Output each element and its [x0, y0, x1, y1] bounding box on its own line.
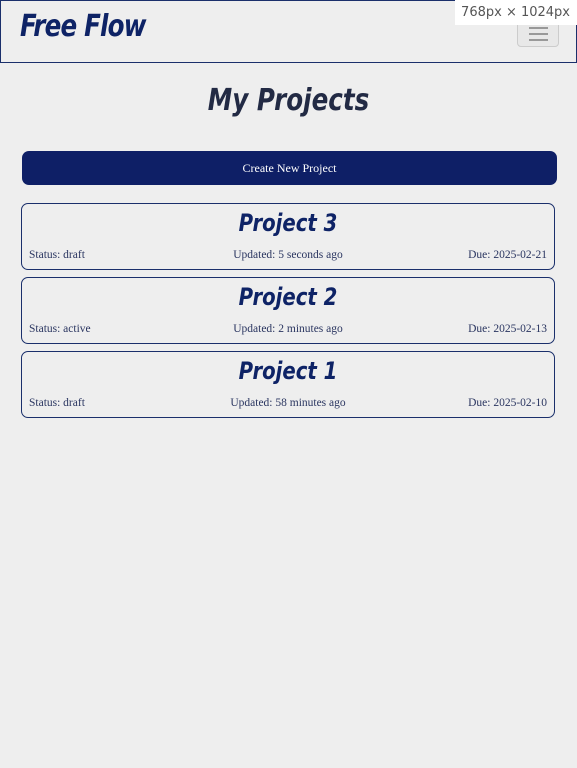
project-title[interactable]: Project 1: [70, 357, 506, 385]
project-title[interactable]: Project 3: [70, 209, 506, 237]
project-title[interactable]: Project 2: [70, 283, 506, 311]
project-card[interactable]: Project 2 Status: active Updated: 2 minu…: [21, 277, 555, 344]
project-due-date: Due: 2025-02-21: [468, 249, 547, 261]
project-card[interactable]: Project 3 Status: draft Updated: 5 secon…: [21, 203, 555, 270]
project-due-date: Due: 2025-02-13: [468, 323, 547, 335]
project-card[interactable]: Project 1 Status: draft Updated: 58 minu…: [21, 351, 555, 418]
project-due-date: Due: 2025-02-10: [468, 397, 547, 409]
page-title: My Projects: [207, 83, 370, 118]
create-new-project-button[interactable]: Create New Project: [22, 151, 557, 185]
brand-logo-link[interactable]: Free Flow: [20, 9, 146, 44]
viewport-size-badge: 768px × 1024px: [455, 0, 577, 25]
